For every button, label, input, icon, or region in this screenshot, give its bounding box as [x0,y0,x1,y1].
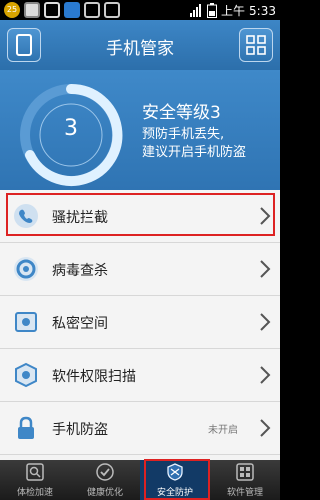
checkmark-icon [96,463,114,481]
list-item-private-space[interactable]: 私密空间 [0,296,280,349]
phone-block-icon [14,204,38,228]
download-icon [104,2,120,18]
tab-security[interactable]: 安全防护 [140,460,210,500]
chevron-right-icon [260,207,271,225]
advice-line-2: 建议开启手机防盗 [142,145,247,160]
signal-icon [190,3,202,17]
list-item-harassment-block[interactable]: 骚扰拦截 [0,190,280,243]
magnifier-icon [26,463,44,481]
clock: 5:33 [249,3,276,18]
list-item-label: 软件权限扫描 [52,369,136,385]
tab-label: 体检加速 [16,488,53,498]
tab-software[interactable]: 软件管理 [210,460,280,500]
feature-list: 骚扰拦截 病毒查杀 私密空间 软件权限扫描 手机防盗 未开启 [0,190,280,460]
tab-checkup[interactable]: 体检加速 [0,460,70,500]
menu-grid-button[interactable] [239,28,273,62]
security-notification-icon [64,2,80,18]
security-score: 3 [64,116,78,141]
badge-count: 25 [6,5,18,14]
list-item-label: 手机防盗 [52,422,108,438]
missed-call-icon [44,2,60,18]
private-space-icon [15,312,37,332]
status-bar: 25 上午 5:33 [0,0,280,20]
tab-optimize[interactable]: 健康优化 [70,460,140,500]
phone-screen: 25 上午 5:33 手机管家 3 安全等级3 预防手机丢失, 建议开启手机防盗… [0,0,280,500]
security-advice: 预防手机丢失, 建议开启手机防盗 [142,126,277,162]
highlight-box [6,193,275,236]
page-title: 手机管家 [106,39,174,59]
chevron-right-icon [260,260,271,278]
battery-icon [207,3,218,18]
notification-icons: 25 [4,2,120,18]
advice-line-1: 预防手机丢失, [142,127,225,142]
app-header: 手机管家 [0,20,280,71]
tab-label: 软件管理 [226,488,263,498]
tab-label: 安全防护 [156,488,193,498]
tab-label: 健康优化 [86,488,123,498]
list-item-anti-theft[interactable]: 手机防盗 未开启 [0,402,280,455]
list-item-label: 骚扰拦截 [52,210,108,226]
grid-icon [246,35,266,55]
security-summary: 3 安全等级3 预防手机丢失, 建议开启手机防盗 [0,70,280,190]
virus-scan-icon [14,257,38,281]
apps-icon [236,463,254,481]
list-item-virus-scan[interactable]: 病毒查杀 [0,243,280,296]
list-item-label: 病毒查杀 [52,263,108,279]
list-item-permission-scan[interactable]: 软件权限扫描 [0,349,280,402]
permission-scan-icon [15,362,37,388]
app-badge-icon: 25 [4,2,20,18]
shield-icon [167,463,183,481]
chevron-right-icon [260,313,271,331]
lock-icon [18,416,34,439]
chevron-right-icon [260,419,271,437]
bottom-tab-bar: 体检加速 健康优化 安全防护 软件管理 [0,460,280,500]
anti-theft-status: 未开启 [208,425,238,436]
time-prefix: 上午 [221,4,246,18]
image-notification-icon [24,2,40,18]
usb-icon [84,2,100,18]
security-level: 安全等级3 [142,103,221,123]
chevron-right-icon [260,366,271,384]
status-right: 上午 5:33 [189,2,276,19]
list-item-label: 私密空间 [52,316,108,332]
